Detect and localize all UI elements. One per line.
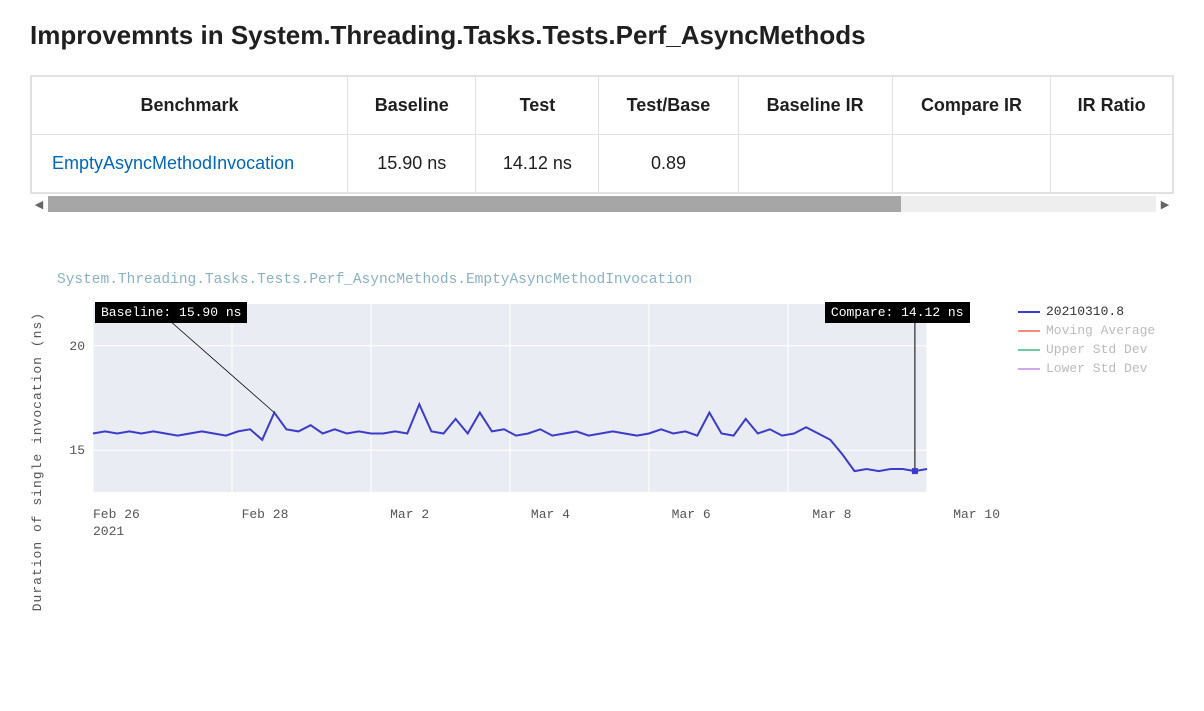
- legend-swatch: [1018, 368, 1040, 370]
- chart-title: System.Threading.Tasks.Tests.Perf_AsyncM…: [57, 272, 1174, 288]
- chart-plot[interactable]: Baseline: 15.90 ns Compare: 14.12 ns 152…: [53, 298, 1004, 539]
- xtick-label: Mar 2: [390, 507, 429, 522]
- legend-item[interactable]: Lower Std Dev: [1018, 361, 1174, 376]
- benchmark-table: Benchmark Baseline Test Test/Base Baseli…: [31, 76, 1173, 193]
- col-benchmark: Benchmark: [32, 77, 348, 135]
- cell-test: 14.12 ns: [476, 135, 599, 193]
- chart-area: Duration of single invocation (ns) Syste…: [30, 272, 1174, 611]
- cell-testbase: 0.89: [599, 135, 738, 193]
- legend-label: Moving Average: [1046, 323, 1155, 338]
- xtick-label: Feb 26: [93, 507, 140, 522]
- scroll-track[interactable]: [48, 196, 1156, 212]
- cell-baselineir: [738, 135, 892, 193]
- legend-item[interactable]: Upper Std Dev: [1018, 342, 1174, 357]
- page-title: Improvemnts in System.Threading.Tasks.Te…: [30, 20, 1174, 51]
- legend-swatch: [1018, 349, 1040, 351]
- legend-item[interactable]: 20210310.8: [1018, 304, 1174, 319]
- legend-label: Upper Std Dev: [1046, 342, 1147, 357]
- cell-compareir: [892, 135, 1051, 193]
- svg-text:15: 15: [69, 443, 85, 458]
- horizontal-scrollbar[interactable]: ◀ ▶: [30, 196, 1174, 212]
- cell-irratio: [1051, 135, 1173, 193]
- xtick-label: Mar 4: [531, 507, 570, 522]
- xtick-label: Feb 28: [242, 507, 289, 522]
- table-row: EmptyAsyncMethodInvocation 15.90 ns 14.1…: [32, 135, 1173, 193]
- legend-label: Lower Std Dev: [1046, 361, 1147, 376]
- chart-xaxis-year: 2021: [53, 524, 1004, 539]
- col-compareir: Compare IR: [892, 77, 1051, 135]
- benchmark-table-wrap: Benchmark Baseline Test Test/Base Baseli…: [30, 75, 1174, 194]
- col-irratio: IR Ratio: [1051, 77, 1173, 135]
- compare-callout: Compare: 14.12 ns: [825, 302, 970, 323]
- chart-svg: 1520: [53, 298, 933, 498]
- chart-ylabel: Duration of single invocation (ns): [30, 272, 45, 611]
- chart-xaxis: Feb 26 Feb 28 Mar 2 Mar 4 Mar 6 Mar 8 Mar 10: [53, 503, 1004, 522]
- xtick-label: Mar 8: [812, 507, 851, 522]
- legend-label: 20210310.8: [1046, 304, 1124, 319]
- scroll-thumb[interactable]: [48, 196, 901, 212]
- xtick-label: Mar 6: [672, 507, 711, 522]
- legend-swatch: [1018, 330, 1040, 332]
- col-test: Test: [476, 77, 599, 135]
- col-baseline: Baseline: [348, 77, 476, 135]
- scroll-right-arrow-icon[interactable]: ▶: [1156, 196, 1174, 212]
- cell-baseline: 15.90 ns: [348, 135, 476, 193]
- baseline-callout: Baseline: 15.90 ns: [95, 302, 247, 323]
- svg-text:20: 20: [69, 339, 85, 354]
- scroll-left-arrow-icon[interactable]: ◀: [30, 196, 48, 212]
- col-testbase: Test/Base: [599, 77, 738, 135]
- benchmark-link[interactable]: EmptyAsyncMethodInvocation: [52, 153, 294, 173]
- legend-item[interactable]: Moving Average: [1018, 323, 1174, 338]
- xtick-label: Mar 10: [953, 507, 1000, 522]
- chart-legend: 20210310.8 Moving Average Upper Std Dev Low…: [1004, 298, 1174, 380]
- col-baselineir: Baseline IR: [738, 77, 892, 135]
- legend-swatch: [1018, 311, 1040, 313]
